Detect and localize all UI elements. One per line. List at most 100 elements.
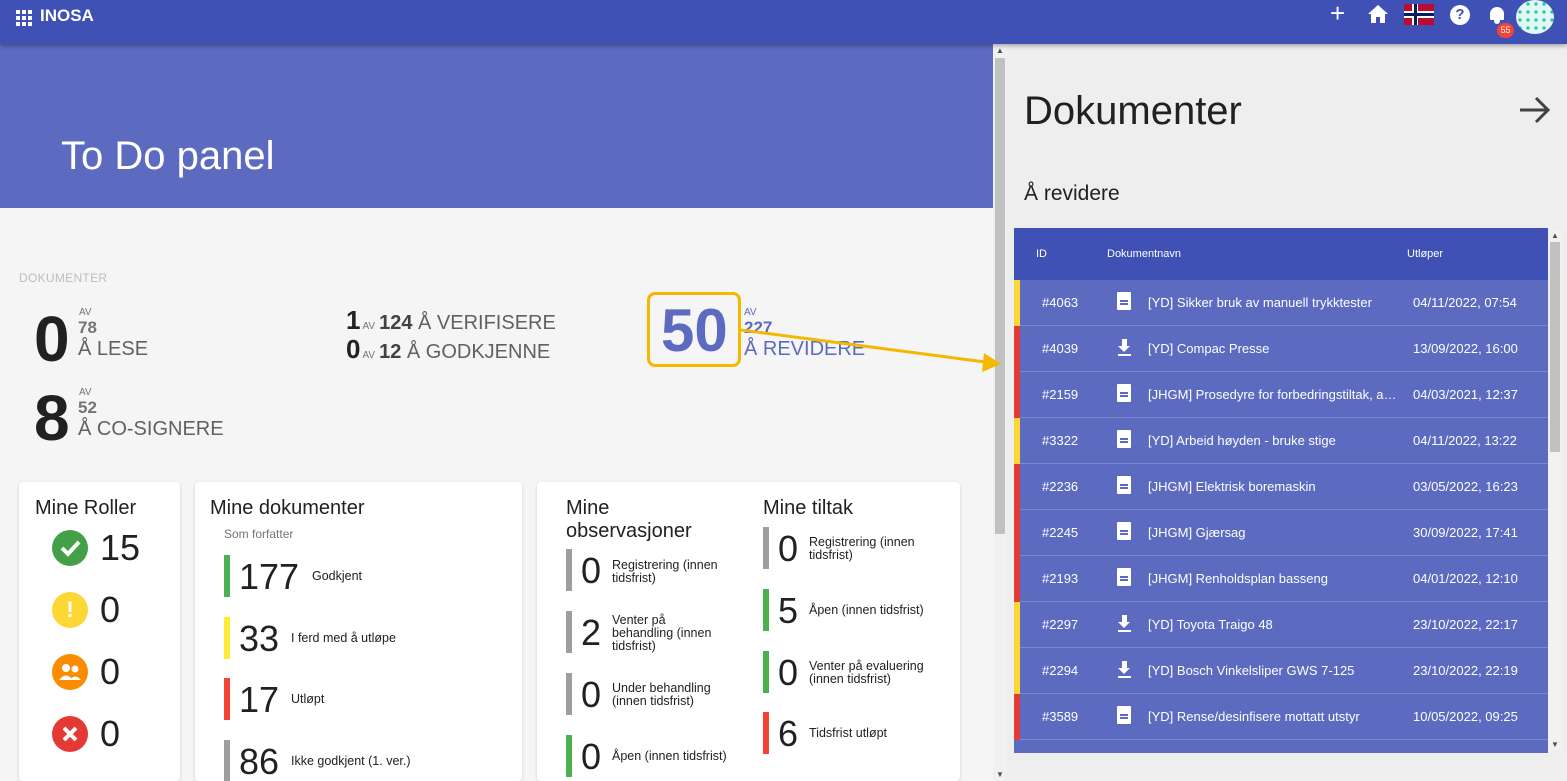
document-icon bbox=[1117, 430, 1132, 449]
row-document-name: [JHGM] Gjærsag bbox=[1148, 525, 1246, 540]
download-icon bbox=[1117, 660, 1132, 679]
stat-verifisere[interactable]: 1 AV 124 Å VERIFISERE bbox=[346, 305, 556, 336]
row-expires: 23/10/2022, 22:19 bbox=[1413, 663, 1518, 678]
row-expires: 30/09/2022, 17:41 bbox=[1413, 525, 1518, 540]
status-bar bbox=[763, 589, 769, 631]
status-bar bbox=[224, 678, 230, 720]
panel-subtitle: Å revidere bbox=[1024, 182, 1120, 205]
avatar[interactable] bbox=[1516, 0, 1554, 34]
row-id: #2294 bbox=[1042, 663, 1079, 678]
table-row[interactable]: #2245 [JHGM] Gjærsag 30/09/2022, 17:41 bbox=[1014, 510, 1548, 556]
brand-logo[interactable]: INOSA bbox=[40, 6, 94, 26]
table-scrollbar[interactable]: ▲ ▼ bbox=[1548, 230, 1562, 750]
bell-icon[interactable] bbox=[1488, 4, 1506, 24]
status-flag bbox=[1014, 464, 1020, 510]
status-bar bbox=[763, 712, 769, 754]
row-document-name: [JHGM] Renholdsplan basseng bbox=[1148, 571, 1328, 586]
row-expires: 23/10/2022, 22:17 bbox=[1413, 617, 1518, 632]
scroll-up-icon[interactable]: ▲ bbox=[996, 46, 1004, 55]
document-icon bbox=[1117, 476, 1132, 495]
scroll-down-icon[interactable]: ▼ bbox=[1551, 740, 1559, 749]
roles-rejected-count[interactable]: 0 bbox=[100, 713, 120, 755]
row-document-name: [JHGM] Elektrisk boremaskin bbox=[1148, 479, 1316, 494]
status-flag bbox=[1014, 418, 1020, 464]
status-flag bbox=[1014, 602, 1020, 648]
column-id[interactable]: ID bbox=[1036, 248, 1047, 260]
table-row[interactable]: #2159 [JHGM] Prosedyre for forbedringstil… bbox=[1014, 372, 1548, 418]
row-id: #2193 bbox=[1042, 571, 1079, 586]
roles-warning-count[interactable]: 0 bbox=[100, 589, 120, 631]
status-bar bbox=[763, 651, 769, 693]
cosignere-av: AV bbox=[79, 387, 92, 398]
table-row[interactable]: #4039 [YD] Compac Presse 13/09/2022, 16:00 bbox=[1014, 326, 1548, 372]
row-expires: 04/11/2022, 07:54 bbox=[1413, 295, 1517, 310]
status-bar bbox=[566, 549, 572, 591]
apps-grid-icon[interactable] bbox=[16, 10, 32, 26]
obs-in-process-label: Under behandling (innen tidsfrist) bbox=[612, 681, 711, 708]
row-expires: 03/05/2022, 16:23 bbox=[1413, 479, 1518, 494]
measure-awaiting-evaluation-count: 0 bbox=[778, 652, 799, 693]
scroll-up-icon[interactable]: ▲ bbox=[1551, 231, 1559, 240]
hero-banner: To Do panel bbox=[0, 44, 993, 208]
table-row[interactable]: #2297 [YD] Toyota Traigo 48 23/10/2022, 22… bbox=[1014, 602, 1548, 648]
scrollbar-thumb[interactable] bbox=[995, 58, 1005, 534]
home-icon[interactable] bbox=[1367, 4, 1389, 28]
column-document-name[interactable]: Dokumentnavn bbox=[1107, 248, 1181, 260]
roles-group-count[interactable]: 0 bbox=[100, 651, 120, 693]
document-icon bbox=[1117, 522, 1132, 541]
notification-badge: 55 bbox=[1497, 23, 1514, 38]
row-id: #4039 bbox=[1042, 341, 1079, 356]
my-docs-expiring-label: I ferd med å utløpe bbox=[291, 631, 396, 645]
row-id: #2159 bbox=[1042, 387, 1079, 402]
row-id: #2297 bbox=[1042, 617, 1079, 632]
row-expires: 04/03/2021, 12:37 bbox=[1413, 387, 1518, 402]
table-row[interactable]: #4063 [YD] Sikker bruk av manuell trykkte… bbox=[1014, 280, 1548, 326]
cosignere-label: Å CO-SIGNERE bbox=[78, 418, 224, 440]
status-bar bbox=[224, 617, 230, 659]
row-id: #3322 bbox=[1042, 433, 1079, 448]
stat-godkjenne[interactable]: 0 AV 12 Å GODKJENNE bbox=[346, 334, 550, 365]
status-bar bbox=[763, 527, 769, 569]
lese-of: 78 bbox=[78, 318, 97, 337]
my-docs-not-approved-count: 86 bbox=[239, 741, 280, 781]
table-row[interactable]: #3589 [YD] Rense/desinfisere mottatt utst… bbox=[1014, 694, 1548, 740]
revidere-av: AV bbox=[744, 307, 757, 318]
status-bar bbox=[566, 611, 572, 653]
table-row[interactable]: #2236 [JHGM] Elektrisk boremaskin 03/05/20… bbox=[1014, 464, 1548, 510]
plus-icon[interactable]: + bbox=[1330, 0, 1345, 26]
measure-open-count: 5 bbox=[778, 590, 799, 631]
table-row[interactable]: #2294 [YD] Bosch Vinkelsliper GWS 7-125 23… bbox=[1014, 648, 1548, 694]
my-documents-title: Mine dokumenter bbox=[210, 497, 365, 519]
row-expires: 04/11/2022, 13:22 bbox=[1413, 433, 1517, 448]
close-icon bbox=[52, 716, 88, 752]
lese-av: AV bbox=[79, 307, 92, 318]
measures-title: Mine tiltak bbox=[763, 497, 854, 519]
roles-card-title: Mine Roller bbox=[35, 497, 137, 519]
download-icon bbox=[1117, 338, 1132, 357]
status-flag bbox=[1014, 694, 1020, 740]
row-document-name: [JHGM] Prosedyre for forbedringstiltak, … bbox=[1148, 387, 1402, 402]
measure-open-label: Åpen (innen tidsfrist) bbox=[809, 603, 924, 617]
table-row[interactable]: #2193 [JHGM] Renholdsplan basseng 04/01/20… bbox=[1014, 556, 1548, 602]
row-id: #2236 bbox=[1042, 479, 1079, 494]
status-bar bbox=[566, 673, 572, 715]
column-expires[interactable]: Utløper bbox=[1407, 248, 1443, 260]
obs-open-count: 0 bbox=[581, 736, 602, 777]
lese-count: 0 bbox=[34, 303, 70, 375]
roles-approved-count[interactable]: 15 bbox=[100, 527, 140, 569]
cosignere-of: 52 bbox=[78, 398, 97, 417]
scroll-down-icon[interactable]: ▼ bbox=[996, 770, 1004, 779]
page-scrollbar[interactable]: ▲ ▼ bbox=[993, 44, 1007, 781]
table-row[interactable]: #3322 [YD] Arbeid høyden - bruke stige 04/… bbox=[1014, 418, 1548, 464]
status-bar bbox=[566, 735, 572, 777]
row-document-name: [YD] Bosch Vinkelsliper GWS 7-125 bbox=[1148, 663, 1355, 678]
obs-registration-label: Registrering (innen tidsfrist) bbox=[612, 558, 718, 585]
panel-title: Dokumenter bbox=[1024, 89, 1242, 133]
scrollbar-thumb[interactable] bbox=[1550, 242, 1560, 452]
norway-flag-icon[interactable] bbox=[1404, 4, 1434, 25]
status-flag bbox=[1014, 556, 1020, 602]
verifisere-of: 124 bbox=[379, 312, 413, 334]
arrow-right-icon[interactable] bbox=[1518, 94, 1552, 126]
my-docs-not-approved-label: Ikke godkjent (1. ver.) bbox=[291, 754, 411, 768]
help-icon[interactable]: ? bbox=[1450, 5, 1470, 25]
